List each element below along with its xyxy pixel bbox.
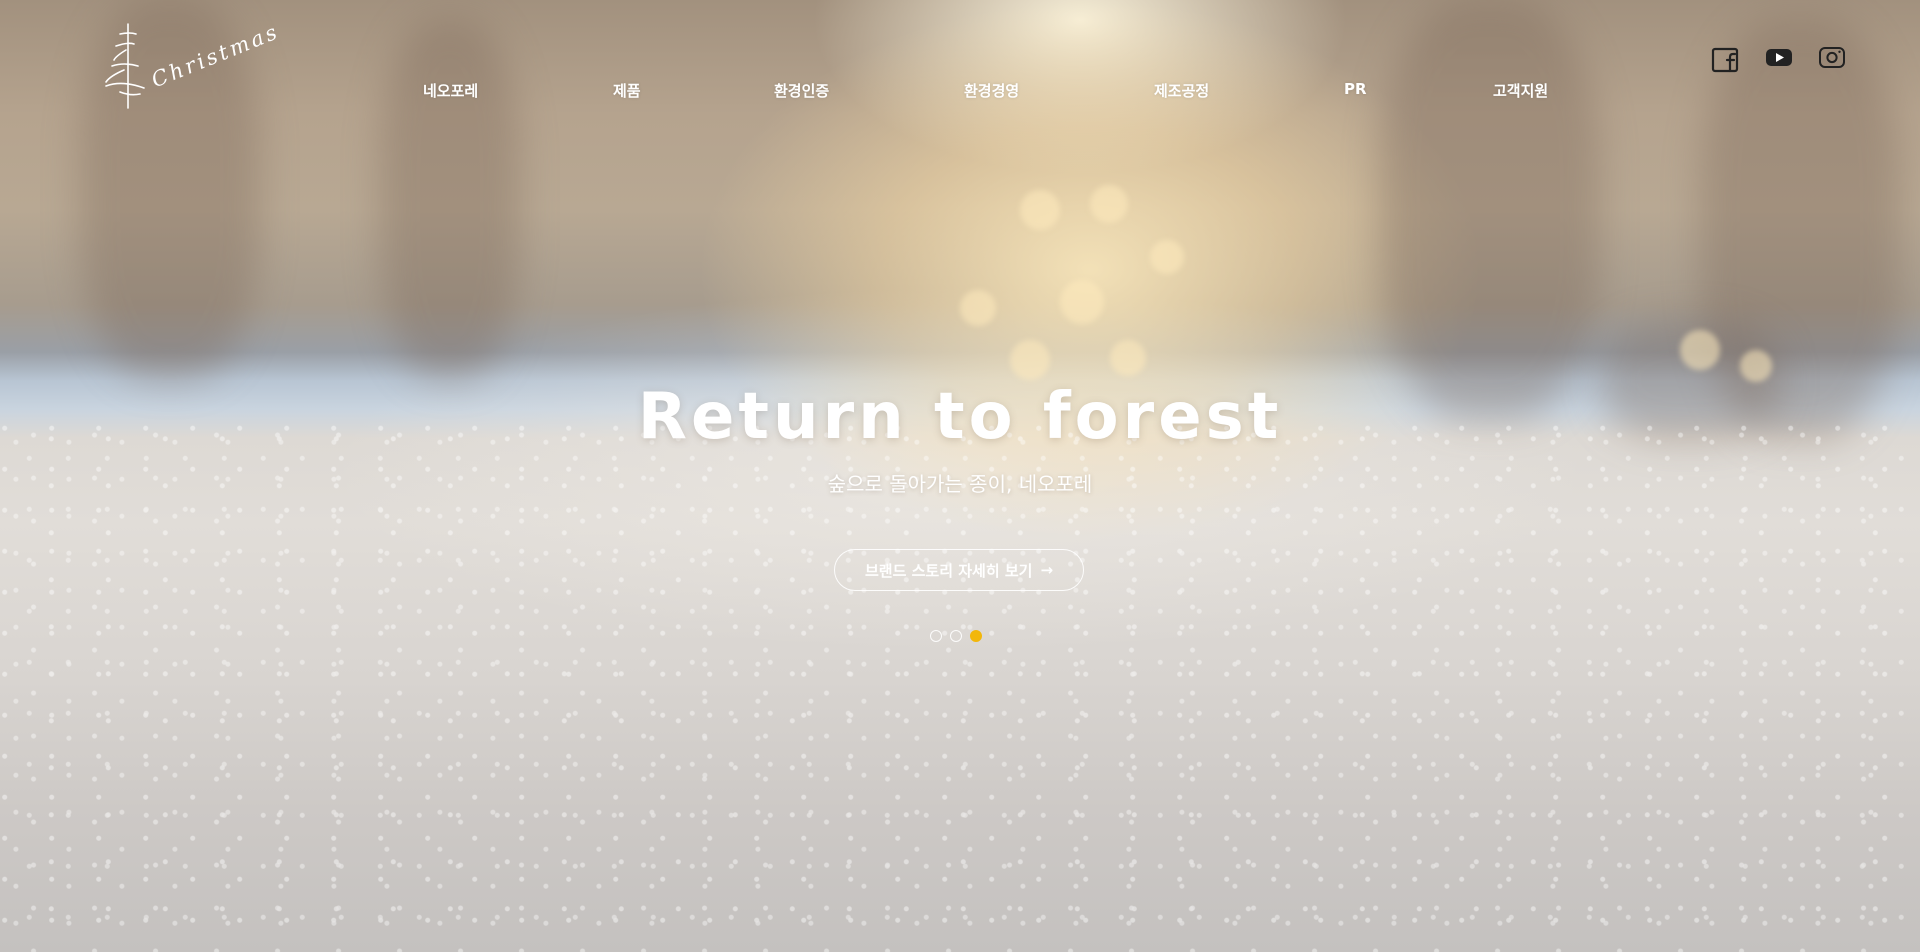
slide-dot-3-active[interactable] <box>970 630 982 642</box>
facebook-icon[interactable] <box>1711 46 1739 73</box>
hero-section: Christmas 네오포레 제품 환경인증 환경경영 제조공정 PR 고객지원… <box>0 0 1920 952</box>
bokeh-light <box>1060 280 1104 324</box>
brand-story-button[interactable]: 브랜드 스토리 자세히 보기 → <box>834 549 1084 591</box>
bokeh-light <box>1150 240 1184 274</box>
bokeh-light <box>1020 190 1060 230</box>
hero-title: Return to forest <box>637 380 1283 454</box>
snow-sparkle <box>0 420 1920 952</box>
nav-item-eco-certification[interactable]: 환경인증 <box>774 80 829 101</box>
hero-subtitle: 숲으로 돌아가는 종이, 네오포레 <box>827 472 1093 496</box>
bokeh-light <box>960 290 996 326</box>
nav-item-manufacturing[interactable]: 제조공정 <box>1154 80 1209 101</box>
arrow-right-icon: → <box>1040 561 1054 579</box>
bokeh-light <box>1010 340 1050 380</box>
nav-item-pr[interactable]: PR <box>1344 80 1367 98</box>
nav-item-neofore[interactable]: 네오포레 <box>423 80 478 101</box>
main-navigation: 네오포레 제품 환경인증 환경경영 제조공정 PR 고객지원 <box>0 80 1920 104</box>
slide-dot-1[interactable] <box>930 630 942 642</box>
bokeh-light <box>1680 330 1720 370</box>
nav-item-eco-management[interactable]: 환경경영 <box>964 80 1019 101</box>
background-tree <box>1380 0 1600 420</box>
slide-dot-2[interactable] <box>950 630 962 642</box>
bokeh-light <box>1740 350 1772 382</box>
nav-item-customer-support[interactable]: 고객지원 <box>1493 80 1548 101</box>
nav-item-products[interactable]: 제품 <box>613 80 641 101</box>
instagram-icon[interactable] <box>1818 46 1846 72</box>
bokeh-light <box>1090 185 1128 223</box>
youtube-icon[interactable] <box>1765 46 1793 72</box>
brand-story-button-label: 브랜드 스토리 자세히 보기 <box>864 561 1033 580</box>
background-tree <box>380 20 520 380</box>
bokeh-light <box>1110 340 1146 376</box>
slider-pagination <box>930 630 982 642</box>
